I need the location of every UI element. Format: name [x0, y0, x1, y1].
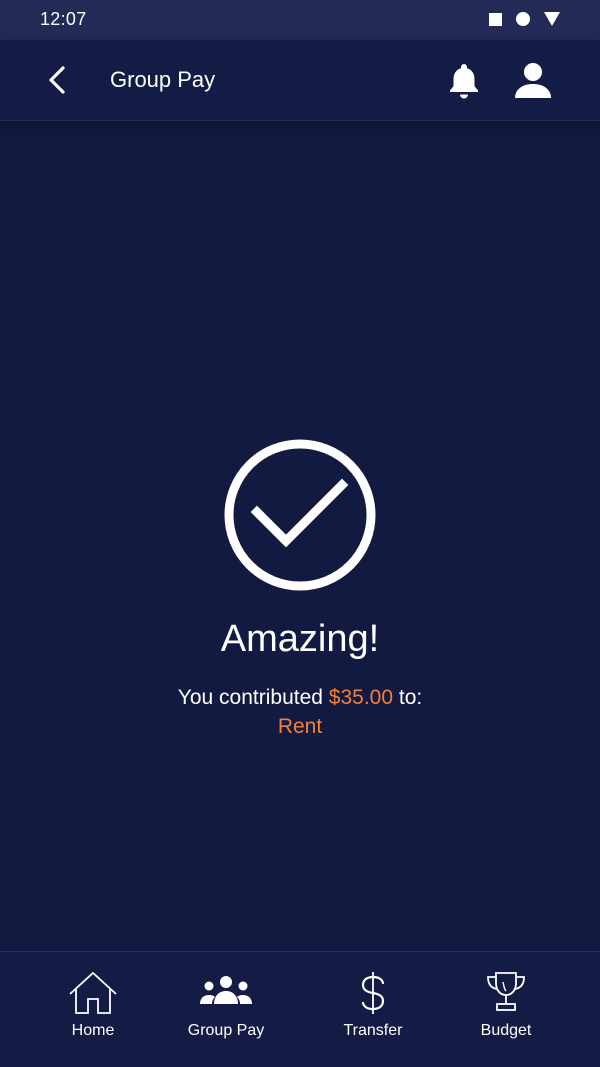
- nav-item-transfer[interactable]: Transfer: [318, 970, 428, 1040]
- trophy-icon: [487, 972, 525, 1011]
- bottom-nav: Home Group Pay Transfer Budget: [0, 951, 600, 1067]
- status-time: 12:07: [40, 9, 87, 29]
- back-button[interactable]: [38, 60, 78, 100]
- status-icons: [489, 11, 560, 27]
- checkmark-circle-icon: [224, 439, 376, 591]
- success-panel: Amazing! You contributed $35.00 to: Rent: [0, 121, 600, 951]
- success-headline: Amazing!: [220, 618, 380, 660]
- app-bar: Group Pay: [0, 40, 600, 121]
- nav-label-transfer: Transfer: [343, 1022, 403, 1039]
- nav-item-budget[interactable]: Budget: [451, 970, 561, 1040]
- recents-icon: [489, 12, 502, 26]
- home-circle-icon: [516, 12, 530, 26]
- user-icon: [515, 63, 551, 98]
- nav-item-home[interactable]: Home: [38, 970, 148, 1040]
- nav-item-group-pay[interactable]: Group Pay: [171, 970, 281, 1040]
- contribution-message: You contributed $35.00 to: Rent: [0, 683, 600, 741]
- group-icon: [200, 976, 252, 1004]
- page-title: Group Pay: [110, 67, 216, 92]
- bell-icon: [450, 64, 478, 99]
- message-suffix: to:: [393, 686, 423, 709]
- dollar-icon: [361, 972, 385, 1014]
- contribution-target: Rent: [277, 715, 323, 738]
- nav-label-home: Home: [71, 1022, 115, 1039]
- message-prefix: You contributed: [177, 686, 329, 709]
- nav-label-budget: Budget: [480, 1022, 532, 1039]
- nav-label-group-pay: Group Pay: [187, 1022, 265, 1039]
- notifications-button[interactable]: [444, 60, 484, 100]
- home-icon: [69, 971, 117, 1014]
- profile-button[interactable]: [512, 60, 554, 102]
- back-triangle-icon: [544, 12, 560, 26]
- status-bar: 12:07: [0, 0, 600, 40]
- chevron-left-icon: [49, 66, 65, 94]
- contribution-amount: $35.00: [328, 686, 394, 709]
